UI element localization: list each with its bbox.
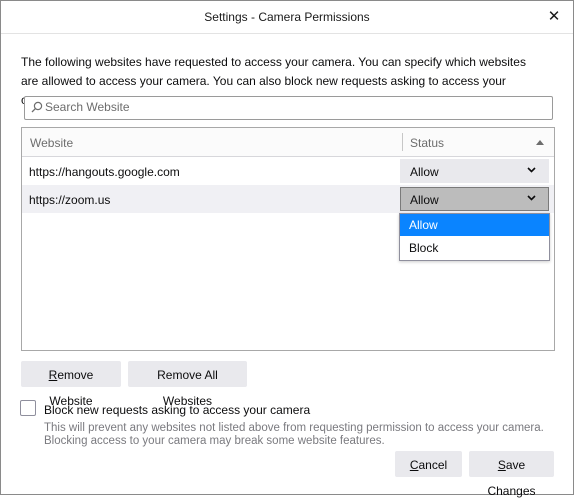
sort-ascending-icon xyxy=(536,140,544,145)
close-icon: ✕ xyxy=(547,8,561,25)
button-label: ancel xyxy=(418,458,448,472)
block-new-requests-helper: This will prevent any websites not liste… xyxy=(44,422,544,447)
table-row[interactable]: https://hangouts.google.com Allow xyxy=(22,157,554,185)
window-title: Settings - Camera Permissions xyxy=(204,10,370,24)
status-value: Allow xyxy=(410,165,439,179)
chevron-down-icon xyxy=(527,195,536,201)
search-icon xyxy=(31,101,43,113)
close-button[interactable]: ✕ xyxy=(543,6,565,28)
accesskey: R xyxy=(48,368,58,382)
cancel-button[interactable]: Cancel xyxy=(395,451,462,477)
table-header: Website Status xyxy=(22,128,554,157)
block-new-requests-label[interactable]: Block new requests asking to access your… xyxy=(44,403,310,417)
title-bar: Settings - Camera Permissions ✕ xyxy=(1,1,573,34)
camera-permissions-dialog: Settings - Camera Permissions ✕ The foll… xyxy=(0,0,574,498)
button-label: Remove All Websites xyxy=(157,368,218,408)
status-select[interactable]: Allow xyxy=(400,159,549,183)
table-row-selected[interactable]: https://zoom.us Allow xyxy=(22,185,554,213)
button-label: ave Changes xyxy=(487,458,536,498)
column-header-status[interactable]: Status xyxy=(410,136,444,150)
save-changes-button[interactable]: Save Changes xyxy=(469,451,554,498)
status-dropdown-list: Allow Block xyxy=(399,213,550,261)
remove-website-button[interactable]: Remove Website xyxy=(21,361,121,408)
accesskey: S xyxy=(497,458,506,472)
status-value: Allow xyxy=(410,193,439,207)
chevron-down-icon xyxy=(527,167,536,173)
search-input[interactable] xyxy=(45,98,540,116)
row-website: https://zoom.us xyxy=(29,193,111,207)
row-website: https://hangouts.google.com xyxy=(29,165,180,179)
dropdown-option-allow[interactable]: Allow xyxy=(400,214,549,236)
remove-all-websites-button[interactable]: Remove All Websites xyxy=(128,361,247,408)
column-divider[interactable] xyxy=(402,133,403,151)
status-select-open[interactable]: Allow xyxy=(400,187,549,211)
search-box[interactable] xyxy=(24,96,553,120)
dropdown-option-block[interactable]: Block xyxy=(400,237,549,259)
column-header-website[interactable]: Website xyxy=(30,136,73,150)
block-new-requests-checkbox[interactable] xyxy=(20,400,36,416)
